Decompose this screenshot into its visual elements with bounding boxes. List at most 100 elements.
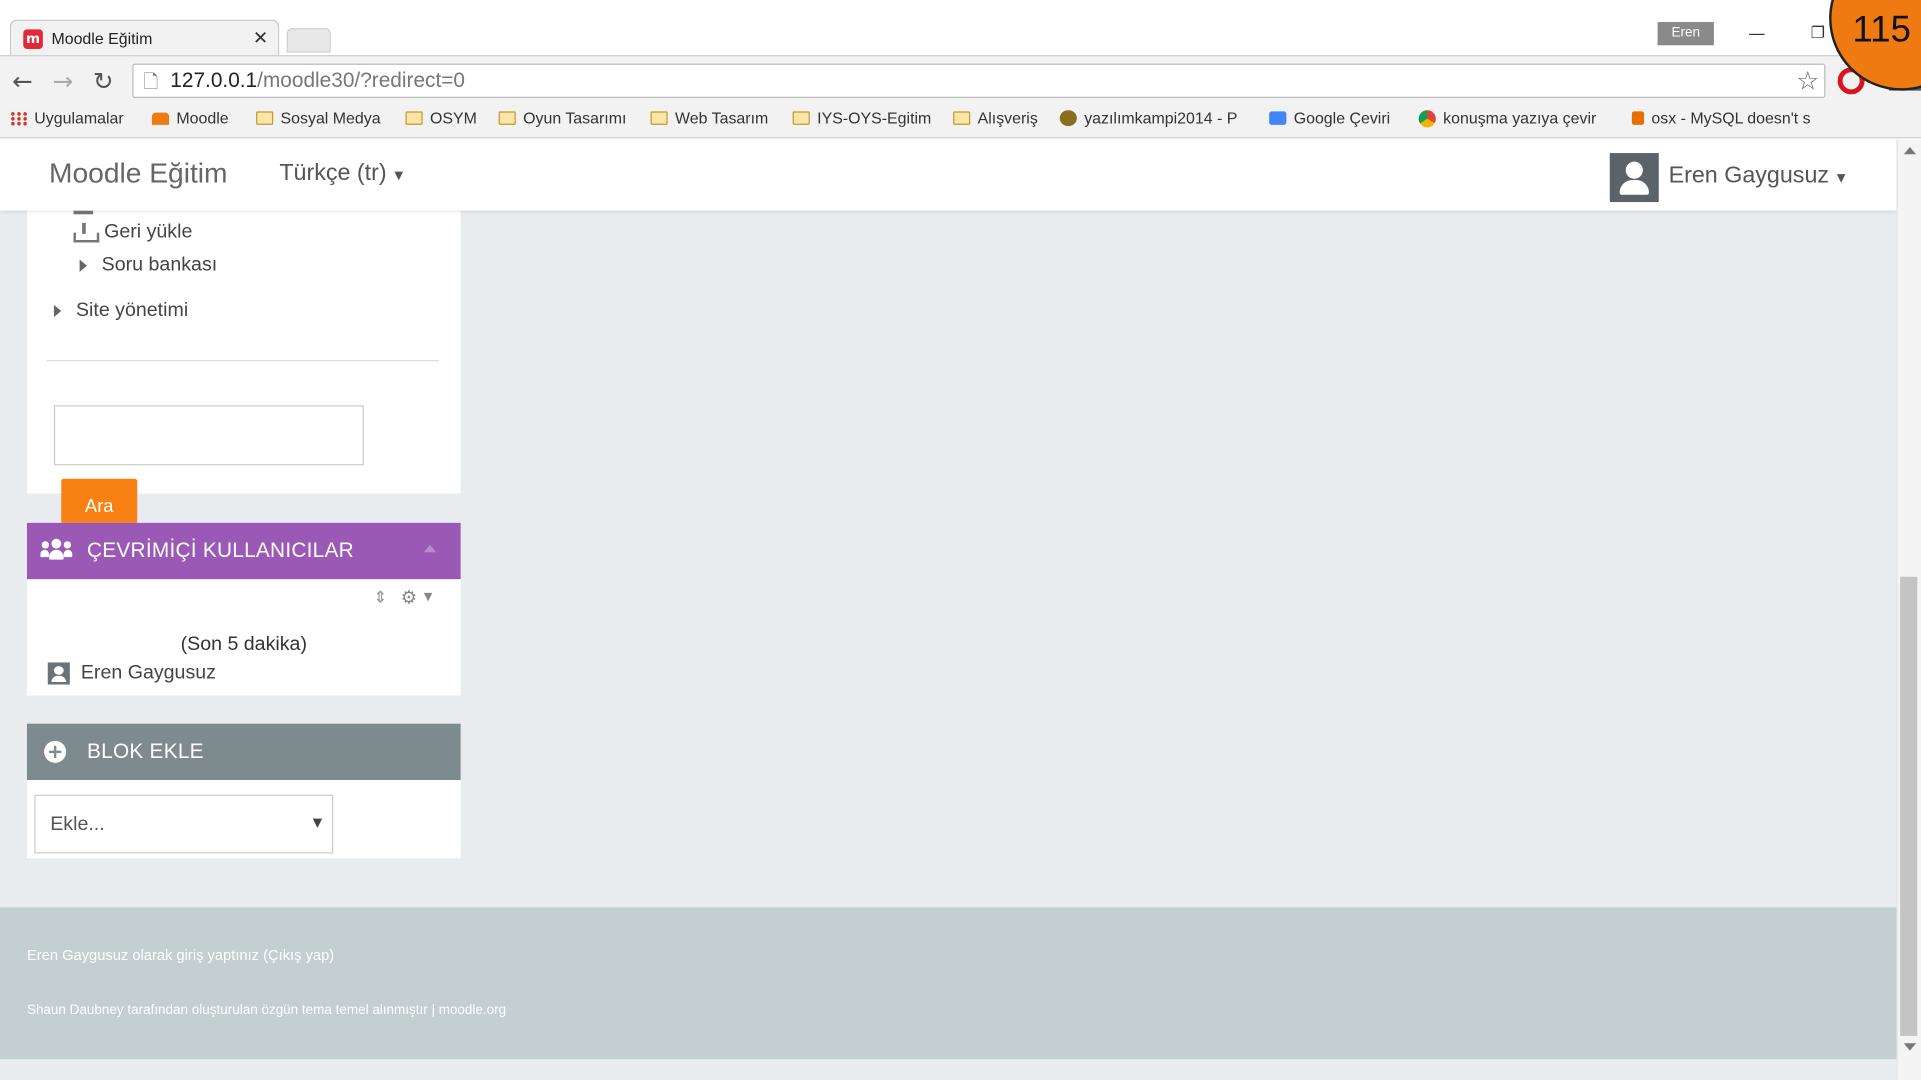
administration-block: Geri yükle Soru bankası Site yönetimi Ar… bbox=[26, 210, 461, 536]
bookmark-label: Web Tasarım bbox=[675, 108, 769, 128]
admin-search-input[interactable] bbox=[53, 405, 364, 466]
bookmark-label: Sosyal Medya bbox=[280, 108, 381, 128]
bookmark-label: OSYM bbox=[430, 108, 477, 128]
tree-stub bbox=[73, 210, 94, 215]
page-icon: 🗋 bbox=[143, 71, 159, 94]
login-info[interactable]: Eren Gaygusuz olarak giriş yaptınız (Çık… bbox=[27, 947, 334, 964]
chevron-down-icon: ▼ bbox=[391, 166, 407, 184]
expand-arrow-icon bbox=[79, 259, 87, 272]
profile-badge[interactable]: Eren bbox=[1657, 22, 1714, 46]
online-user-name: Eren Gaygusuz bbox=[80, 662, 216, 684]
browser-window: m Moodle Eğitim ✕ Eren — ❐ ← → ↻ 🗋 127.0… bbox=[0, 0, 1921, 1080]
tree-item-restore[interactable]: Geri yükle bbox=[73, 221, 193, 244]
scrollbar-thumb[interactable] bbox=[1900, 576, 1918, 1036]
apps-grid-icon bbox=[9, 110, 27, 126]
step-counter-number: 115 bbox=[1852, 9, 1911, 51]
bookmark-item[interactable]: yazılımkampi2014 - P bbox=[1059, 109, 1237, 127]
user-menu[interactable]: Eren Gaygusuz ▼ bbox=[1669, 163, 1849, 190]
block-title: ÇEVRİMİÇİ KULLANICILAR bbox=[86, 538, 354, 563]
bookmark-item[interactable]: osx - MySQL doesn't s bbox=[1631, 108, 1811, 128]
address-bar[interactable]: 🗋 127.0.0.1/moodle30/?redirect=0 ☆ bbox=[132, 63, 1826, 98]
bookmark-item[interactable]: Sosyal Medya bbox=[256, 109, 381, 127]
bookmark-item[interactable]: Uygulamalar bbox=[9, 108, 124, 128]
browser-toolbar: ← → ↻ 🗋 127.0.0.1/moodle30/?redirect=0 ☆ bbox=[0, 55, 1921, 105]
forward-icon[interactable]: → bbox=[53, 66, 74, 95]
bookmark-label: Alışveriş bbox=[977, 108, 1038, 128]
time-range-note: (Son 5 dakika) bbox=[180, 634, 307, 656]
url-path: /moodle30/?redirect=0 bbox=[257, 68, 465, 92]
select-value: Ekle... bbox=[50, 814, 105, 836]
java-icon bbox=[1631, 111, 1645, 125]
bookmark-star-icon[interactable]: ☆ bbox=[1796, 66, 1819, 95]
tab-title: Moodle Eğitim bbox=[51, 29, 153, 48]
page-viewport: Moodle Eğitim Türkçe (tr) ▼ Eren Gaygusuz… bbox=[0, 139, 1897, 1080]
reload-icon[interactable]: ↻ bbox=[93, 66, 114, 95]
bookmark-item[interactable]: Alışveriş bbox=[953, 109, 1038, 127]
theme-credit[interactable]: Shaun Daubney tarafından oluşturulan özg… bbox=[27, 1003, 506, 1018]
divider bbox=[46, 360, 439, 362]
back-icon[interactable]: ← bbox=[12, 66, 33, 95]
bookmark-item[interactable]: Moodle bbox=[151, 108, 229, 128]
block-header: BLOK EKLE bbox=[26, 723, 461, 781]
add-block-select[interactable]: Ekle... ▼ bbox=[34, 794, 334, 854]
chrome-icon bbox=[1418, 109, 1436, 127]
folder-icon bbox=[650, 111, 668, 125]
restore-icon[interactable]: ❐ bbox=[1811, 24, 1825, 42]
download-icon bbox=[73, 222, 100, 243]
folder-icon bbox=[953, 111, 971, 125]
avatar[interactable] bbox=[1609, 153, 1659, 203]
tab-moodle[interactable]: m Moodle Eğitim ✕ bbox=[9, 19, 280, 57]
folder-icon bbox=[405, 111, 423, 125]
online-user-item[interactable]: Eren Gaygusuz bbox=[47, 662, 216, 685]
bookmark-label: konuşma yazıya çevir bbox=[1443, 108, 1597, 128]
chevron-down-icon: ▼ bbox=[1833, 168, 1849, 187]
bookmark-item[interactable]: Oyun Tasarımı bbox=[498, 108, 627, 128]
language-menu[interactable]: Türkçe (tr) ▼ bbox=[279, 160, 406, 187]
bookmarks-bar: Uygulamalar Moodle Sosyal Medya OSYM Oyu… bbox=[0, 104, 1921, 139]
expand-arrow-icon bbox=[53, 304, 62, 318]
plus-circle-icon bbox=[44, 740, 67, 763]
add-block-panel: BLOK EKLE Ekle... ▼ bbox=[26, 723, 461, 859]
tree-item-label: Soru bankası bbox=[101, 254, 218, 276]
tree-item-question-bank[interactable]: Soru bankası bbox=[79, 254, 218, 277]
minimize-icon[interactable]: — bbox=[1748, 24, 1765, 44]
bookmark-item[interactable]: IYS-OYS-Egitim bbox=[792, 108, 932, 128]
bookmark-item[interactable]: konuşma yazıya çevir bbox=[1418, 108, 1597, 128]
close-tab-icon[interactable]: ✕ bbox=[253, 27, 268, 49]
user-name: Eren Gaygusuz bbox=[1668, 162, 1830, 189]
user-icon bbox=[47, 662, 70, 685]
collapse-icon[interactable] bbox=[423, 544, 437, 553]
online-users-block: ÇEVRİMİÇİ KULLANICILAR ⇕ ⚙ ▼ (Son 5 daki… bbox=[26, 522, 461, 696]
block-header: ÇEVRİMİÇİ KULLANICILAR bbox=[26, 522, 461, 580]
move-icon[interactable]: ⇕ bbox=[374, 589, 387, 607]
bookmark-label: osx - MySQL doesn't s bbox=[1651, 108, 1811, 128]
chevron-down-icon[interactable]: ▼ bbox=[424, 591, 432, 603]
scroll-down-icon[interactable] bbox=[1903, 1043, 1917, 1051]
folder-icon bbox=[498, 111, 516, 125]
url-host: 127.0.0.1 bbox=[170, 68, 258, 92]
site-brand[interactable]: Moodle Eğitim bbox=[49, 157, 228, 190]
bookmark-label: Oyun Tasarımı bbox=[523, 108, 627, 128]
bookmark-label: Moodle bbox=[176, 108, 229, 128]
moodle-navbar: Moodle Eğitim Türkçe (tr) ▼ Eren Gaygusuz… bbox=[0, 139, 1897, 211]
bookmark-item[interactable]: Web Tasarım bbox=[650, 108, 769, 128]
bug-icon bbox=[1059, 110, 1077, 127]
folder-icon bbox=[792, 111, 810, 125]
tab-strip: m Moodle Eğitim ✕ Eren — ❐ bbox=[0, 0, 1921, 57]
moodle-favicon-icon: m bbox=[23, 29, 43, 49]
tree-item-label: Site yönetimi bbox=[75, 300, 189, 321]
tree-item-site-admin[interactable]: Site yönetimi bbox=[53, 300, 189, 322]
bookmark-item[interactable]: Google Çeviri bbox=[1269, 109, 1390, 127]
scroll-up-icon[interactable] bbox=[1903, 146, 1917, 155]
url-text: 127.0.0.1/moodle30/?redirect=0 bbox=[170, 69, 465, 93]
block-title: BLOK EKLE bbox=[86, 739, 204, 763]
tree-item-label: Geri yükle bbox=[104, 221, 193, 243]
bookmark-item[interactable]: OSYM bbox=[405, 108, 477, 128]
gear-icon[interactable]: ⚙ bbox=[401, 587, 417, 609]
page-scrollbar[interactable] bbox=[1896, 139, 1921, 1080]
bookmark-label: Uygulamalar bbox=[34, 108, 124, 128]
folder-icon bbox=[256, 111, 274, 125]
bookmark-label: Google Çeviri bbox=[1293, 108, 1391, 128]
bookmark-label: IYS-OYS-Egitim bbox=[817, 108, 932, 128]
new-tab-button[interactable] bbox=[286, 28, 331, 53]
